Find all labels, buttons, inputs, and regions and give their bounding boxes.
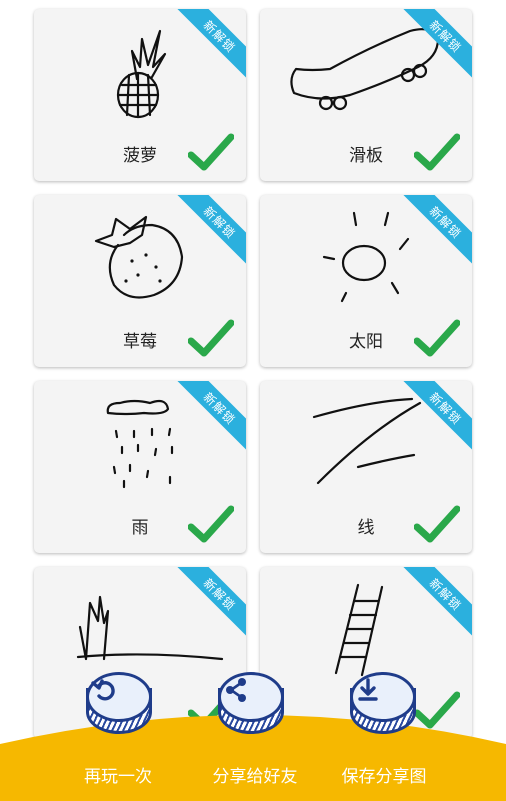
new-unlock-ribbon: 新解锁 bbox=[402, 9, 472, 79]
new-unlock-ribbon: 新解锁 bbox=[402, 567, 472, 637]
save-image-button[interactable] bbox=[346, 672, 426, 734]
replay-icon bbox=[91, 679, 115, 701]
ribbon-label: 新解锁 bbox=[200, 389, 239, 428]
checkmark-icon bbox=[414, 505, 460, 543]
card-label: 线 bbox=[357, 518, 375, 538]
ribbon-label: 新解锁 bbox=[426, 389, 465, 428]
card-line[interactable]: 线 新解锁 bbox=[260, 381, 472, 553]
card-sun[interactable]: 太阳 新解锁 bbox=[260, 195, 472, 367]
new-unlock-ribbon: 新解锁 bbox=[402, 381, 472, 451]
checkmark-icon bbox=[188, 133, 234, 171]
ribbon-label: 新解锁 bbox=[200, 203, 239, 242]
replay-button[interactable] bbox=[82, 672, 162, 734]
ribbon-label: 新解锁 bbox=[426, 203, 465, 242]
ribbon-label: 新解锁 bbox=[426, 575, 465, 614]
card-label: 草莓 bbox=[123, 332, 157, 352]
card-label: 菠萝 bbox=[123, 146, 157, 166]
card-skateboard[interactable]: 滑板 新解锁 bbox=[260, 9, 472, 181]
new-unlock-ribbon: 新解锁 bbox=[176, 195, 246, 265]
checkmark-icon bbox=[188, 505, 234, 543]
download-icon bbox=[358, 678, 378, 701]
card-label: 太阳 bbox=[349, 332, 383, 352]
ribbon-label: 新解锁 bbox=[426, 17, 465, 56]
new-unlock-ribbon: 新解锁 bbox=[176, 567, 246, 637]
ribbon-label: 新解锁 bbox=[200, 17, 239, 56]
checkmark-icon bbox=[414, 319, 460, 357]
card-label: 雨 bbox=[131, 518, 149, 538]
card-pineapple[interactable]: 菠萝 新解锁 bbox=[34, 9, 246, 181]
share-icon bbox=[226, 678, 246, 702]
checkmark-icon bbox=[414, 133, 460, 171]
share-button[interactable] bbox=[214, 672, 294, 734]
new-unlock-ribbon: 新解锁 bbox=[176, 381, 246, 451]
checkmark-icon bbox=[188, 319, 234, 357]
card-label: 滑板 bbox=[349, 146, 383, 166]
card-strawberry[interactable]: 草莓 新解锁 bbox=[34, 195, 246, 367]
new-unlock-ribbon: 新解锁 bbox=[402, 195, 472, 265]
ribbon-label: 新解锁 bbox=[200, 575, 239, 614]
new-unlock-ribbon: 新解锁 bbox=[176, 9, 246, 79]
card-rain[interactable]: 雨 新解锁 bbox=[34, 381, 246, 553]
